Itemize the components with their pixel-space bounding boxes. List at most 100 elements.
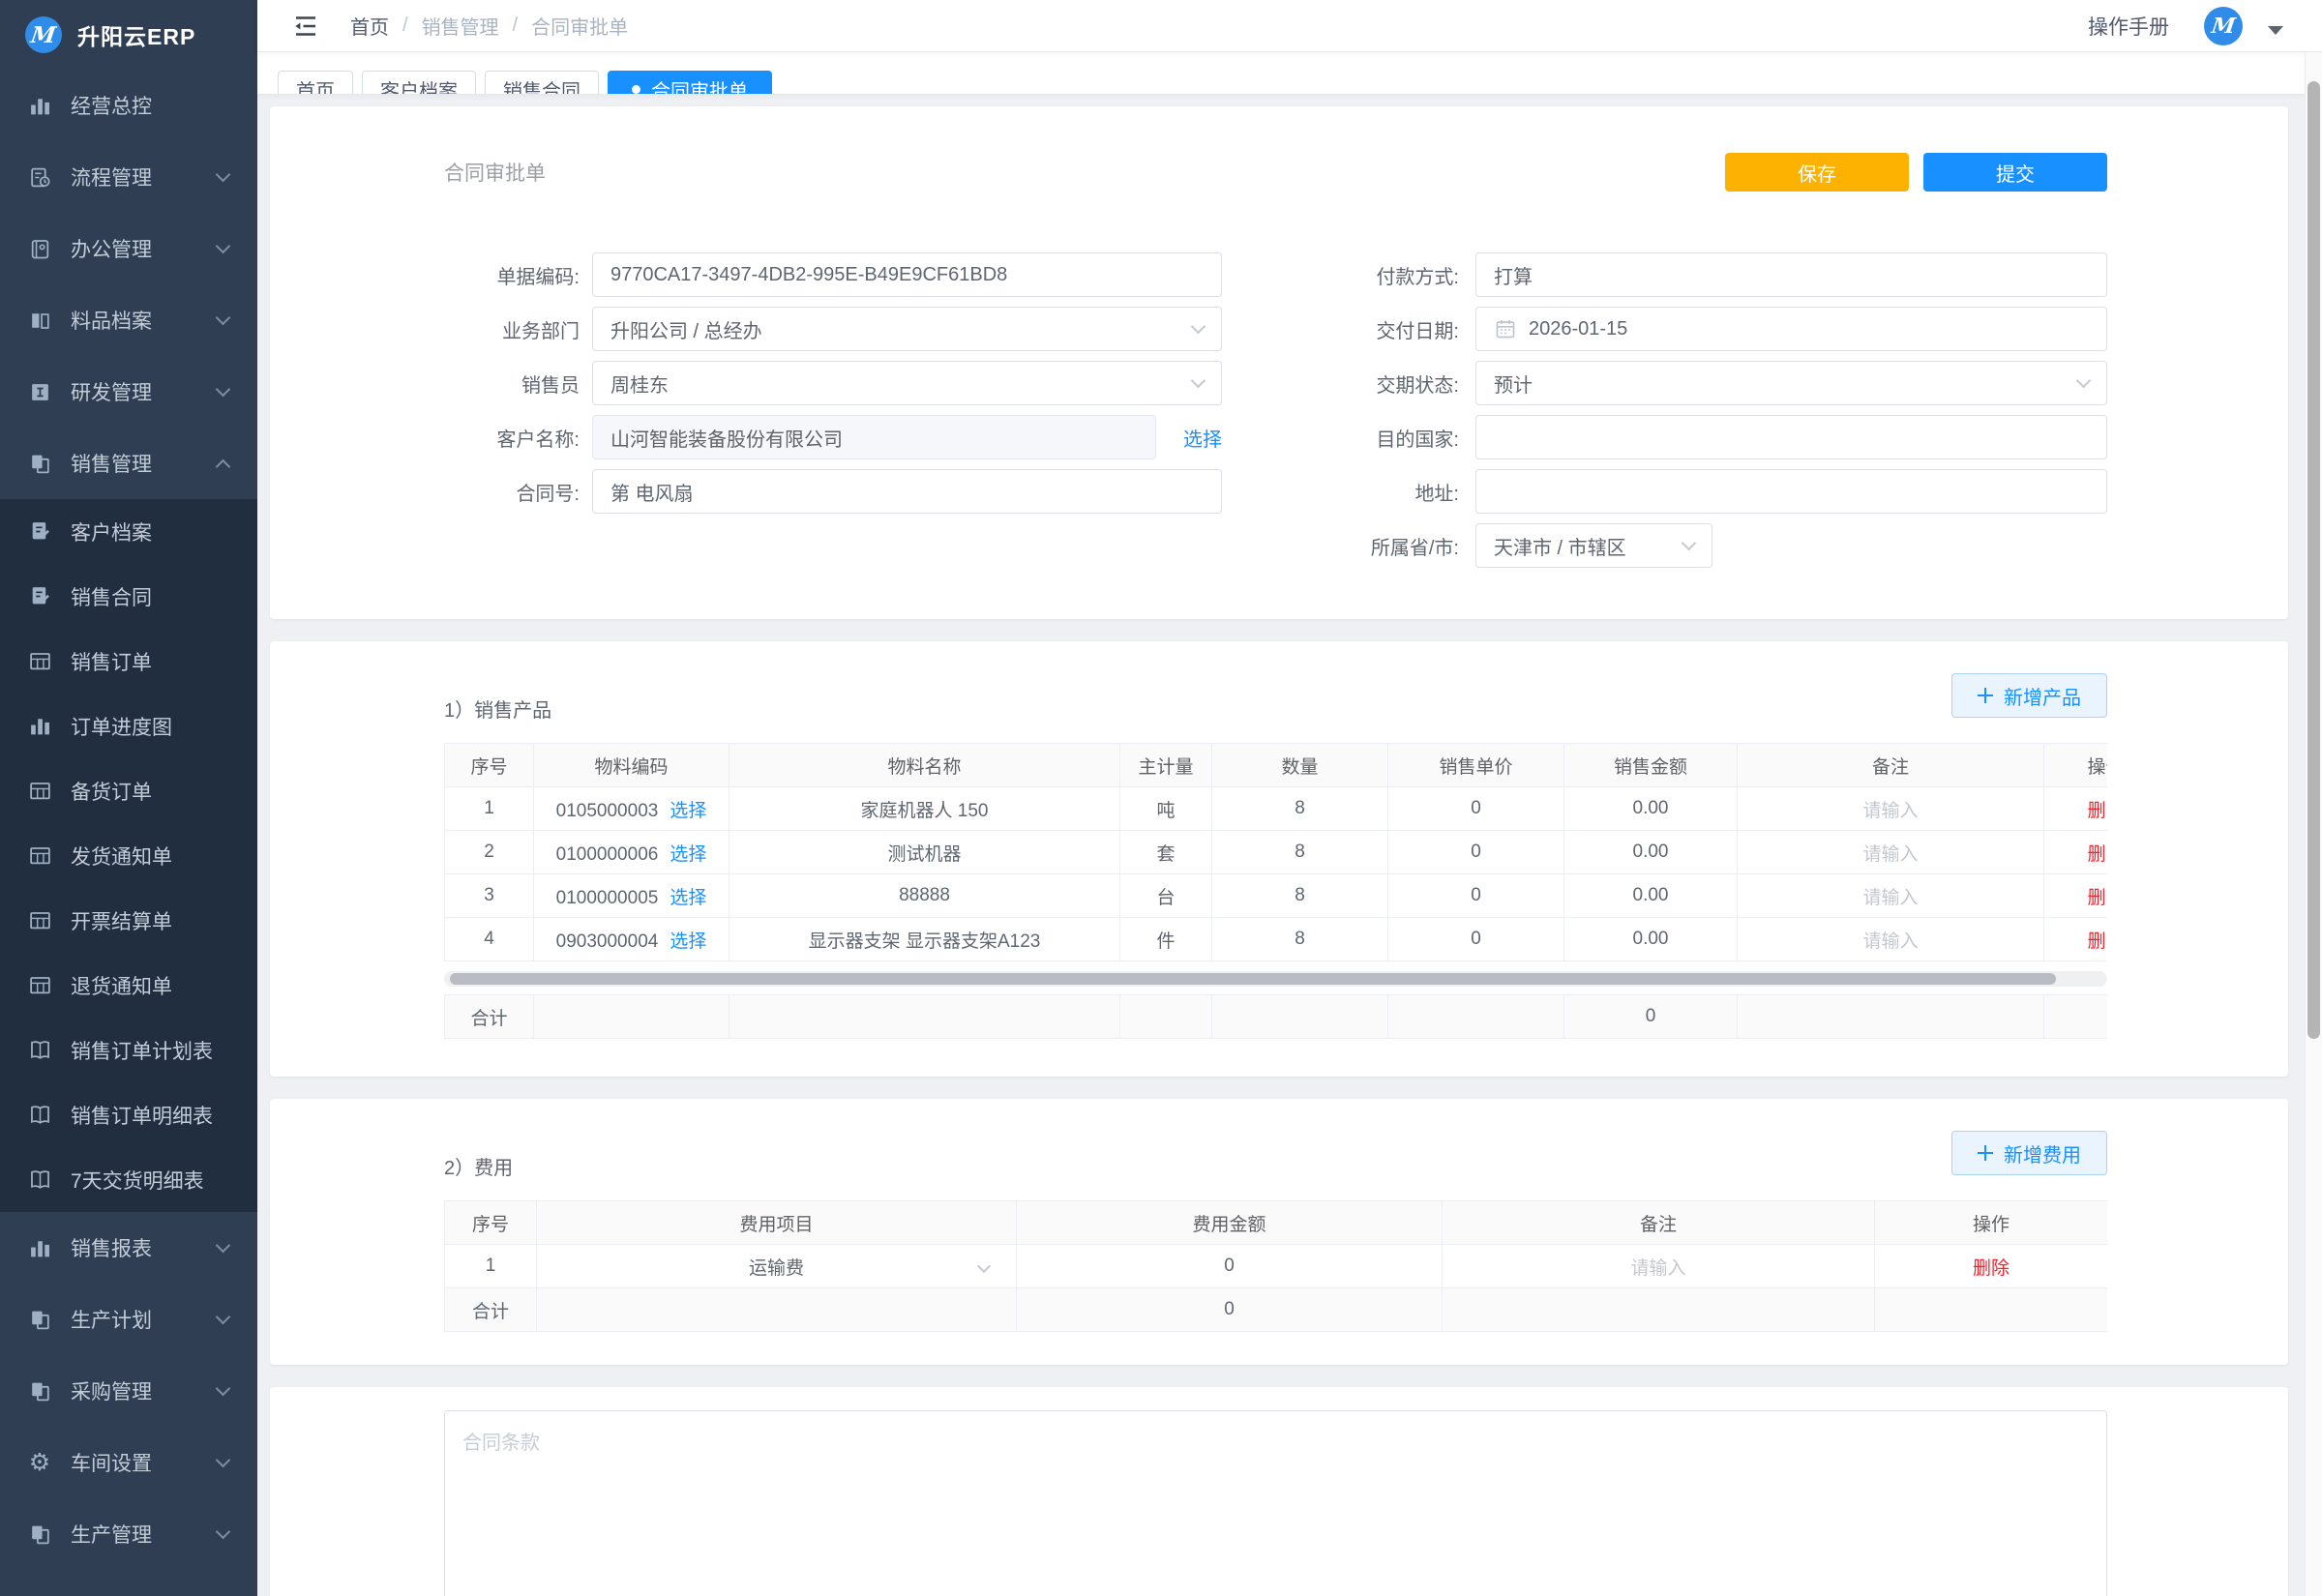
fees-total-row: 合计 0 (445, 1288, 2108, 1332)
sidebar-item-production-mgmt[interactable]: 生产管理 (0, 1498, 257, 1570)
add-product-button[interactable]: 新增产品 (1951, 673, 2107, 718)
sidebar-item-sales-report[interactable]: 销售报表 (0, 1212, 257, 1284)
cell-price[interactable]: 0 (1388, 831, 1564, 874)
menu-fold-icon[interactable] (290, 12, 321, 41)
sidebar-item-processing-workshop[interactable]: 加工车间 (0, 1570, 257, 1596)
sidebar-subitem-delivery-notice[interactable]: 发货通知单 (0, 823, 257, 888)
salesperson-select[interactable]: 周桂东 (592, 361, 1222, 405)
sidebar-subitem-stock-order[interactable]: 备货订单 (0, 758, 257, 823)
delete-row-link[interactable]: 删除 (2087, 931, 2107, 952)
page-vertical-scrollbar[interactable] (2305, 52, 2322, 1596)
select-material-link[interactable]: 选择 (670, 888, 706, 908)
breadcrumb-separator: / (513, 15, 519, 37)
table-grid-icon (27, 779, 52, 804)
manual-link[interactable]: 操作手册 (2088, 12, 2169, 41)
sidebar-item-label: 销售管理 (71, 449, 152, 478)
cell-qty[interactable]: 8 (1212, 874, 1388, 918)
add-fee-button[interactable]: 新增费用 (1951, 1131, 2107, 1175)
cell-price[interactable]: 0 (1388, 918, 1564, 961)
save-button[interactable]: 保存 (1725, 153, 1909, 192)
cell-remark: 请输入 (1443, 1245, 1875, 1288)
tab-contract-approval[interactable]: 合同审批单 (608, 71, 772, 94)
remark-input[interactable]: 请输入 (1862, 844, 1918, 865)
delete-row-link[interactable]: 删除 (1973, 1258, 2009, 1279)
sidebar-item-workshop-settings[interactable]: ⚙ 车间设置 (0, 1427, 257, 1498)
sidebar-item-process-mgmt[interactable]: 流程管理 (0, 141, 257, 213)
tab-label: 销售合同 (503, 75, 580, 95)
cell-unit: 套 (1120, 831, 1212, 874)
sidebar-item-office-mgmt[interactable]: 办公管理 (0, 213, 257, 284)
sidebar-subitem-sales-order-plan[interactable]: 销售订单计划表 (0, 1018, 257, 1082)
business-dept-select[interactable]: 升阳公司 / 总经办 (592, 307, 1222, 351)
cell-qty[interactable]: 8 (1212, 831, 1388, 874)
select-material-link[interactable]: 选择 (670, 844, 706, 865)
sidebar-subitem-sales-contract[interactable]: 销售合同 (0, 564, 257, 629)
payment-method-field[interactable] (1475, 252, 2107, 297)
contract-terms-textarea[interactable] (444, 1410, 2107, 1596)
customer-name-field (592, 415, 1156, 459)
select-material-link[interactable]: 选择 (670, 801, 706, 821)
remark-input[interactable]: 请输入 (1630, 1258, 1685, 1279)
sidebar-subitem-invoice-settlement[interactable]: 开票结算单 (0, 888, 257, 953)
sidebar-item-purchase-mgmt[interactable]: 采购管理 (0, 1355, 257, 1427)
select-material-link[interactable]: 选择 (670, 931, 706, 952)
products-total-table: 合计 0 (444, 994, 2107, 1039)
sidebar-subitem-sales-order-detail[interactable]: 销售订单明细表 (0, 1082, 257, 1147)
user-menu-caret-icon[interactable] (2268, 26, 2283, 35)
sidebar-item-rd-mgmt[interactable]: 研发管理 (0, 356, 257, 428)
chevron-down-icon (216, 1310, 231, 1325)
sidebar-subitem-sales-order[interactable]: 销售订单 (0, 629, 257, 694)
sidebar-subitem-label: 备货订单 (71, 777, 152, 806)
destination-country-field[interactable] (1475, 415, 2107, 459)
delete-row-link[interactable]: 删除 (2087, 844, 2107, 865)
delete-row-link[interactable]: 删除 (2087, 888, 2107, 908)
cell-price[interactable]: 0 (1388, 787, 1564, 831)
tab-home[interactable]: 首页 (278, 71, 353, 94)
sidebar-subitem-order-progress[interactable]: 订单进度图 (0, 694, 257, 758)
remark-input[interactable]: 请输入 (1862, 888, 1918, 908)
user-avatar[interactable]: M (2204, 7, 2243, 45)
chevron-down-icon (216, 1238, 231, 1254)
submit-button[interactable]: 提交 (1923, 153, 2107, 192)
cell-price[interactable]: 0 (1388, 874, 1564, 918)
fee-item-select[interactable]: 运输费 (537, 1245, 1017, 1288)
sidebar-item-label: 研发管理 (71, 377, 152, 406)
breadcrumb-home[interactable]: 首页 (350, 12, 389, 40)
sidebar-subitem-customer-archives[interactable]: 客户档案 (0, 499, 257, 564)
province-city-select[interactable]: 天津市 / 市辖区 (1475, 523, 1712, 568)
sidebar-subitem-7day-delivery-detail[interactable]: 7天交货明细表 (0, 1147, 257, 1212)
address-field[interactable] (1475, 469, 2107, 514)
remark-input[interactable]: 请输入 (1862, 931, 1918, 952)
remark-input[interactable]: 请输入 (1862, 801, 1918, 821)
breadcrumb-sales-mgmt[interactable]: 销售管理 (422, 12, 499, 40)
avatar-letter: M (2210, 14, 2237, 39)
cell-qty[interactable]: 8 (1212, 918, 1388, 961)
cell-qty[interactable]: 8 (1212, 787, 1388, 831)
delivery-status-select[interactable]: 预计 (1475, 361, 2107, 405)
contract-no-label: 合同号: (444, 478, 592, 506)
tab-customer-archives[interactable]: 客户档案 (362, 71, 476, 94)
col-remark: 备注 (1443, 1201, 1875, 1245)
sidebar-subitem-return-notice[interactable]: 退货通知单 (0, 953, 257, 1018)
material-code: 0105000003 (556, 801, 659, 821)
contract-no-field[interactable] (592, 469, 1222, 514)
products-horizontal-scrollbar[interactable] (444, 971, 2107, 987)
cell-fee-amount[interactable]: 0 (1017, 1245, 1443, 1288)
select-customer-link[interactable]: 选择 (1183, 424, 1222, 452)
province-city-value: 天津市 / 市辖区 (1494, 532, 1626, 560)
sidebar-item-business-overview[interactable]: 经营总控 (0, 70, 257, 141)
scrollbar-thumb[interactable] (2307, 81, 2320, 1039)
sidebar-item-sales-mgmt[interactable]: 销售管理 (0, 428, 257, 499)
tab-sales-contract[interactable]: 销售合同 (485, 71, 599, 94)
delete-row-link[interactable]: 删除 (2087, 801, 2107, 821)
delivery-date-picker[interactable]: 2026-01-15 (1475, 307, 2107, 351)
doc-code-field[interactable] (592, 252, 1222, 297)
chevron-down-icon (1191, 318, 1206, 334)
business-dept-value: 升阳公司 / 总经办 (610, 315, 762, 343)
scrollbar-thumb[interactable] (450, 973, 2056, 985)
sidebar-item-production-plan[interactable]: 生产计划 (0, 1284, 257, 1355)
customer-name-label: 客户名称: (444, 424, 592, 452)
sidebar-item-label: 生产计划 (71, 1305, 152, 1334)
sidebar-item-material-archives[interactable]: 料品档案 (0, 284, 257, 356)
document-edit-icon (27, 519, 52, 545)
